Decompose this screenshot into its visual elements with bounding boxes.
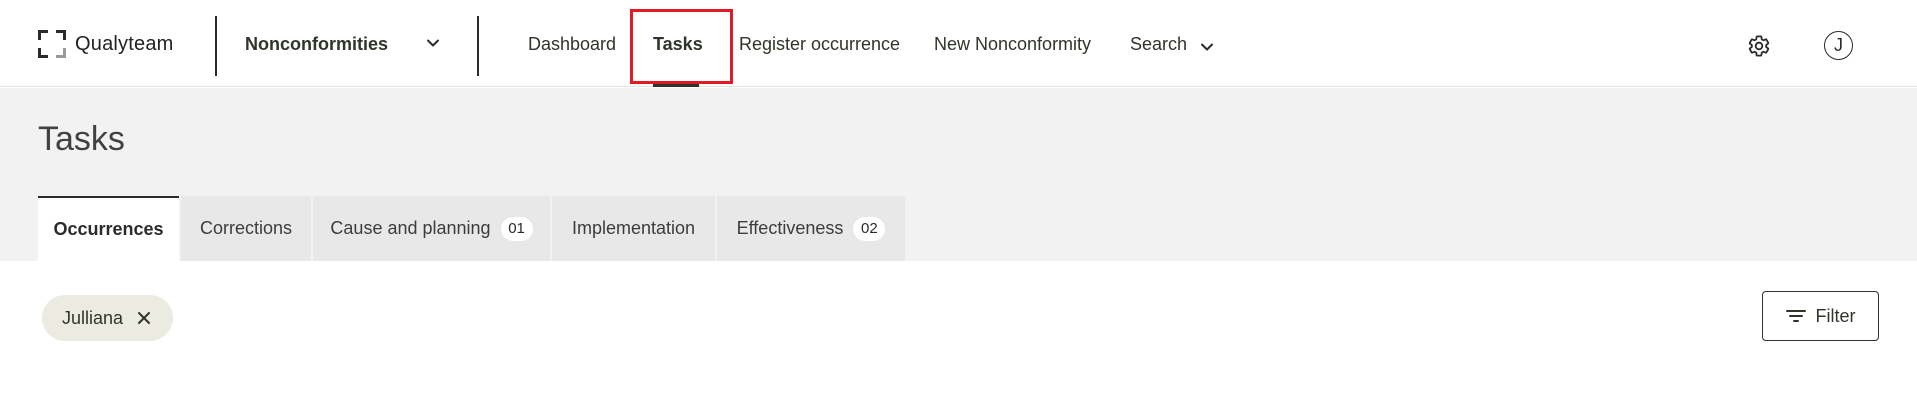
filter-button[interactable]: Filter: [1762, 291, 1879, 341]
nav-item-search[interactable]: Search: [1130, 34, 1187, 55]
tab-label: Occurrences: [53, 219, 164, 239]
highlight-box: [630, 9, 733, 84]
divider: [477, 16, 479, 76]
tab-label: Implementation: [571, 218, 696, 238]
chevron-down-icon[interactable]: [1199, 39, 1215, 55]
tab-effectiveness[interactable]: Effectiveness 02: [717, 196, 905, 261]
count-badge: 01: [500, 216, 533, 241]
nav-item-register-occurrence[interactable]: Register occurrence: [739, 34, 900, 55]
nav-item-dashboard[interactable]: Dashboard: [528, 34, 616, 55]
user-avatar[interactable]: J: [1824, 31, 1853, 60]
count-badge: 02: [853, 216, 886, 241]
tab-cause-and-planning[interactable]: Cause and planning 01: [313, 196, 550, 261]
nav-item-new-nonconformity[interactable]: New Nonconformity: [934, 34, 1091, 55]
divider: [215, 16, 217, 76]
brand-logo[interactable]: Qualyteam: [38, 30, 174, 58]
module-select[interactable]: Nonconformities: [245, 24, 445, 64]
chevron-down-icon: [427, 39, 439, 47]
active-nav-indicator: [653, 84, 699, 87]
page-title: Tasks: [38, 120, 125, 158]
filter-chip: Julliana: [42, 295, 174, 341]
top-navbar: Qualyteam Nonconformities Dashboard Task…: [0, 0, 1917, 87]
close-icon[interactable]: [137, 311, 151, 325]
tab-label: Corrections: [199, 218, 293, 238]
filter-button-label: Filter: [1815, 305, 1856, 326]
tab-corrections[interactable]: Corrections: [181, 196, 311, 261]
tab-occurrences[interactable]: Occurrences: [38, 196, 179, 261]
filter-chip-label: Julliana: [62, 307, 124, 328]
filter-icon: [1785, 310, 1806, 322]
tab-implementation[interactable]: Implementation: [552, 196, 715, 261]
module-select-label: Nonconformities: [245, 33, 389, 54]
logo-mark-icon: [38, 30, 66, 58]
gear-icon[interactable]: [1747, 34, 1771, 58]
tab-label: Effectiveness: [736, 218, 844, 238]
brand-name: Qualyteam: [75, 32, 174, 55]
tab-label: Cause and planning: [330, 218, 491, 238]
